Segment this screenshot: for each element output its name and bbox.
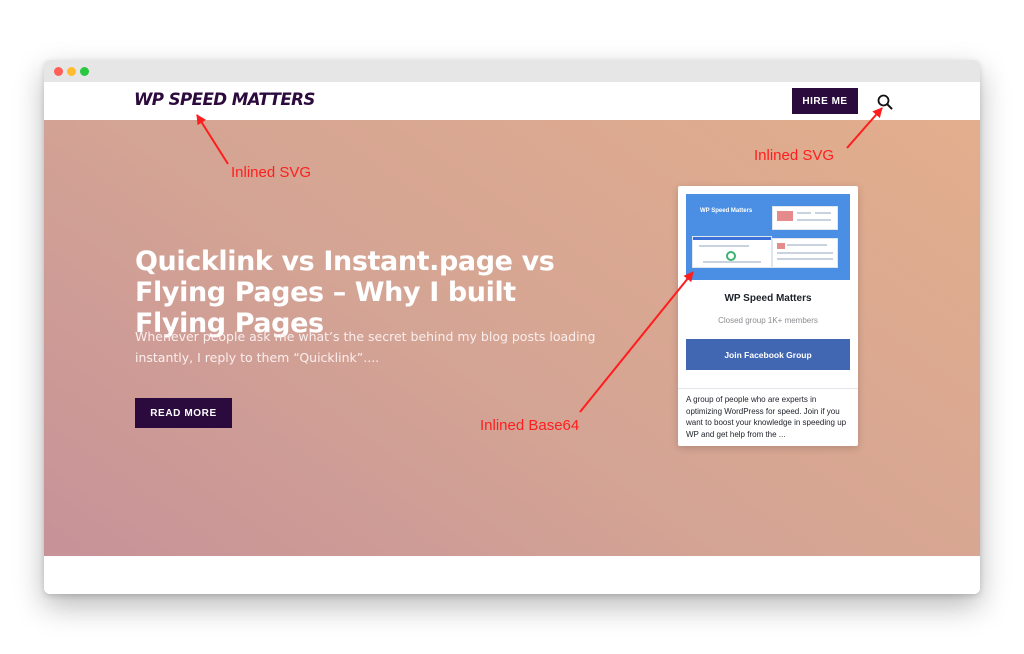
cover-image-title: WP Speed Matters	[700, 208, 753, 214]
maximize-window-button[interactable]	[80, 67, 89, 76]
site-header: WP SPEED MATTERS HIRE ME	[44, 82, 980, 120]
hero-section: Quicklink vs Instant.page vs Flying Page…	[44, 120, 980, 556]
group-cover-image[interactable]: WP Speed Matters	[686, 194, 850, 280]
join-group-button[interactable]: Join Facebook Group	[686, 339, 850, 370]
group-description: A group of people who are experts in opt…	[686, 395, 847, 439]
cover-screenshot-card	[692, 236, 772, 268]
minimize-window-button[interactable]	[67, 67, 76, 76]
facebook-group-widget: WP Speed Matters WP Speed Matters Closed…	[678, 186, 858, 446]
hire-me-button[interactable]: HIRE ME	[792, 88, 858, 114]
search-annotation-label: Inlined SVG	[754, 147, 835, 164]
page-footer-strip	[44, 556, 980, 594]
close-window-button[interactable]	[54, 67, 63, 76]
cover-screenshot-card	[772, 206, 838, 230]
group-meta: Closed group 1K+ members	[718, 316, 818, 325]
browser-window: WP SPEED MATTERS HIRE ME Quicklink vs In…	[44, 60, 980, 594]
read-more-button[interactable]: READ MORE	[135, 398, 232, 428]
logo-annotation-label: Inlined SVG	[231, 164, 312, 181]
site-logo[interactable]: WP SPEED MATTERS	[134, 90, 315, 110]
window-titlebar	[44, 60, 980, 83]
post-excerpt: Whenever people ask me what’s the secret…	[135, 329, 596, 365]
cover-screenshot-card	[772, 238, 838, 268]
divider	[678, 388, 858, 389]
image-annotation-label: Inlined Base64	[480, 417, 580, 434]
search-icon[interactable]	[876, 93, 894, 111]
group-name[interactable]: WP Speed Matters	[678, 293, 858, 304]
